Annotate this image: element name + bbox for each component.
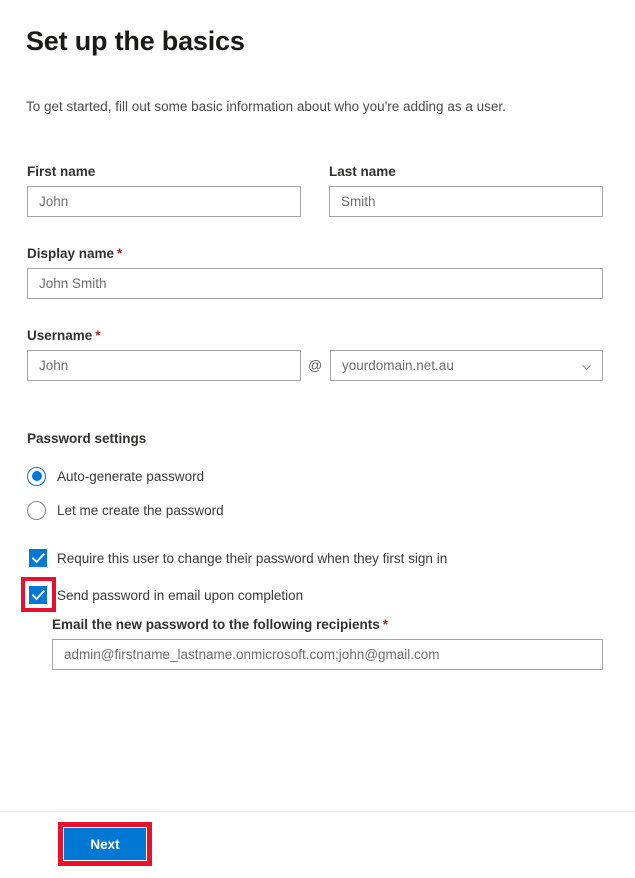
password-settings-heading: Password settings (27, 431, 147, 446)
page-title: Set up the basics (26, 26, 245, 56)
display-name-required-marker: * (117, 246, 123, 261)
at-symbol: @ (308, 357, 323, 373)
username-label-text: Username (27, 328, 93, 343)
radio-indicator-unselected (27, 500, 46, 520)
checkbox-send-password-in-email-label: Send password in email upon completion (57, 587, 304, 603)
radio-let-me-create-password-label: Let me create the password (57, 502, 224, 518)
username-required-marker: * (95, 328, 101, 343)
display-name-label-text: Display name (27, 246, 115, 261)
footer-divider (0, 811, 635, 812)
domain-dropdown-value: yourdomain.net.au (342, 358, 454, 373)
first-name-label: First name (27, 164, 96, 179)
last-name-label: Last name (329, 164, 396, 179)
checkmark-icon (29, 586, 47, 604)
page-subtitle: To get started, fill out some basic info… (26, 99, 506, 114)
email-recipients-label-text: Email the new password to the following … (52, 617, 380, 632)
checkmark-icon (29, 549, 47, 567)
chevron-down-icon (582, 363, 591, 372)
radio-auto-generate-password-label: Auto-generate password (57, 468, 205, 484)
set-up-the-basics-page: Set up the basics To get started, fill o… (0, 0, 635, 878)
email-recipients-required-marker: * (382, 617, 389, 632)
email-recipients-label: Email the new password to the following … (52, 616, 388, 634)
username-input[interactable]: John (27, 350, 301, 381)
next-button[interactable]: Next (64, 828, 146, 860)
checkbox-send-password-in-email[interactable]: Send password in email upon completion (29, 585, 303, 605)
checkbox-require-password-change-label: Require this user to change their passwo… (57, 550, 448, 566)
email-recipients-input[interactable]: admin@firstname_lastname.onmicrosoft.com… (52, 639, 603, 670)
radio-let-me-create-password[interactable]: Let me create the password (27, 499, 224, 521)
last-name-input[interactable]: Smith (329, 186, 603, 217)
display-name-input[interactable]: John Smith (27, 268, 603, 299)
first-name-input[interactable]: John (27, 186, 301, 217)
radio-auto-generate-password[interactable]: Auto-generate password (27, 465, 204, 487)
username-label: Username * (27, 327, 101, 345)
radio-indicator-selected (27, 466, 46, 486)
display-name-label: Display name * (27, 245, 122, 263)
checkbox-require-password-change[interactable]: Require this user to change their passwo… (29, 548, 447, 568)
domain-dropdown[interactable]: yourdomain.net.au (330, 350, 603, 381)
